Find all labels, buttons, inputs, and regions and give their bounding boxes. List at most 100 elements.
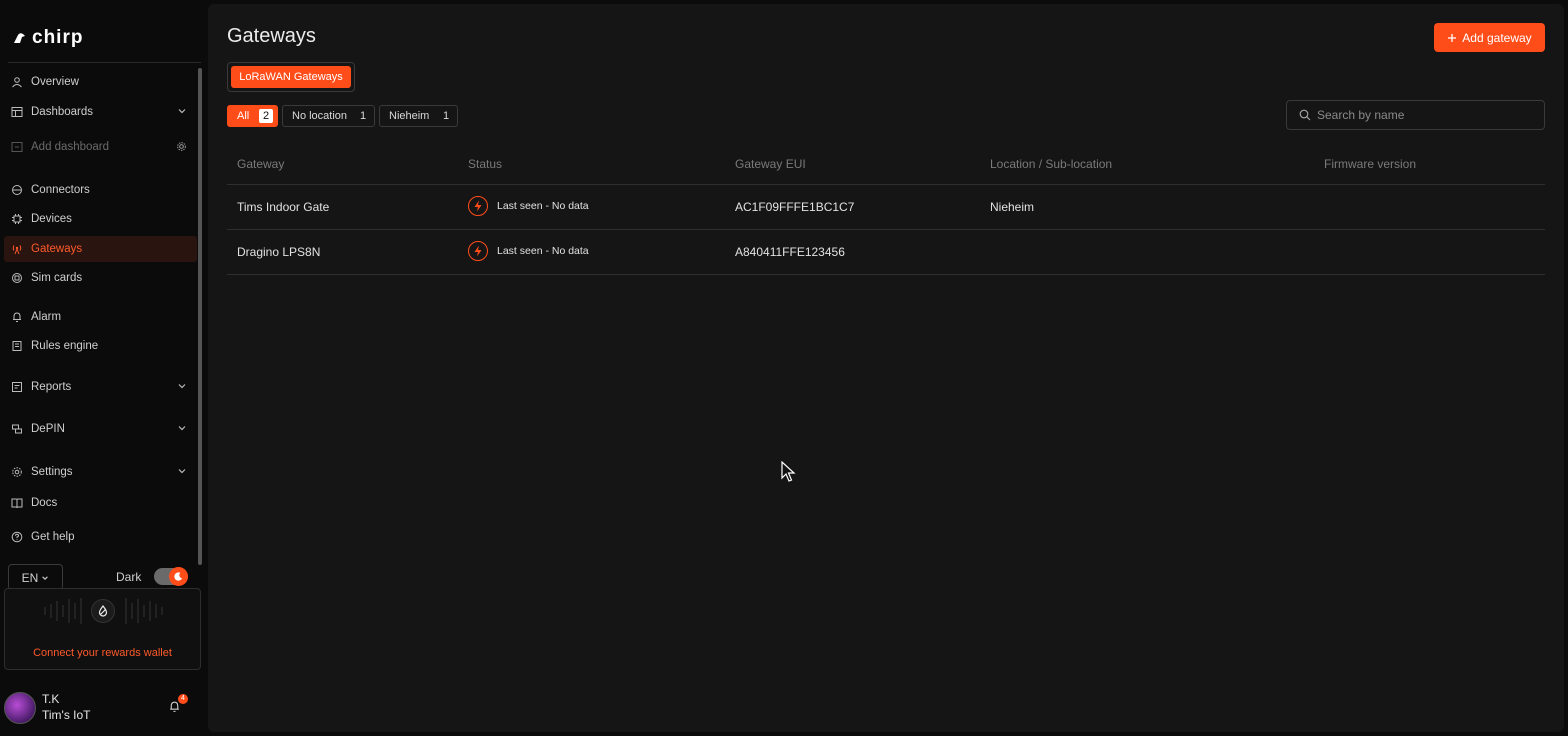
gateway-type-tabs: LoRaWAN Gateways <box>227 62 355 92</box>
sidebar-item-label: Docs <box>31 497 58 509</box>
connector-icon <box>12 185 22 195</box>
language-value: EN <box>21 570 39 585</box>
filter-label: Nieheim <box>389 110 430 122</box>
book-icon <box>11 498 23 509</box>
sidebar-item-get-help[interactable]: Get help <box>4 524 197 550</box>
report-icon <box>12 382 22 392</box>
sidebar-scrollbar[interactable] <box>198 68 202 565</box>
column-header-gateway[interactable]: Gateway <box>237 157 284 171</box>
rewards-wallet-card[interactable]: Connect your rewards wallet <box>4 588 201 670</box>
sidebar-item-label: Connectors <box>31 184 90 196</box>
column-header-gateway-eui[interactable]: Gateway EUI <box>735 157 806 171</box>
chevron-down-icon <box>178 384 186 389</box>
status-cell: Last seen - No data <box>468 196 589 216</box>
sidebar-item-label: Add dashboard <box>31 141 110 153</box>
drop-icon <box>98 605 108 617</box>
sidebar-item-sim-cards[interactable]: Sim cards <box>4 265 197 291</box>
chip-icon <box>12 214 22 224</box>
user-name: T.K <box>42 692 60 706</box>
gateway-location: Nieheim <box>990 200 1035 214</box>
connect-wallet-link[interactable]: Connect your rewards wallet <box>5 647 200 659</box>
status-cell: Last seen - No data <box>468 241 589 261</box>
lightning-icon <box>468 196 488 216</box>
column-header-location[interactable]: Location / Sub-location <box>990 157 1112 171</box>
chirp-logo[interactable]: chirp <box>12 27 83 48</box>
search-icon <box>1299 109 1311 121</box>
sidebar-item-docs[interactable]: Docs <box>4 490 197 516</box>
gateway-eui: A840411FFE123456 <box>735 245 845 259</box>
sidebar-item-settings[interactable]: Settings <box>4 459 197 485</box>
dark-mode-toggle[interactable] <box>154 567 188 586</box>
user-icon <box>12 77 22 88</box>
sim-icon <box>12 273 22 283</box>
dashboard-icon <box>11 107 23 117</box>
sidebar: chirp Overview Dashboards Add dashboard … <box>0 0 207 736</box>
gateway-name: Dragino LPS8N <box>237 245 321 259</box>
avatar[interactable] <box>4 692 36 724</box>
gateway-eui: AC1F09FFFE1BC1C7 <box>735 200 855 214</box>
sidebar-item-depin[interactable]: DePIN <box>4 416 197 442</box>
gear-icon <box>12 467 22 477</box>
help-icon <box>11 531 23 543</box>
sidebar-item-label: Devices <box>31 213 72 225</box>
table-row[interactable]: Dragino LPS8N Last seen - No data A84041… <box>227 230 1545 275</box>
sidebar-item-add-dashboard[interactable]: Add dashboard <box>4 134 197 160</box>
filter-count: 1 <box>359 110 367 122</box>
sidebar-item-dashboards[interactable]: Dashboards <box>4 99 197 125</box>
wallet-icon <box>91 599 115 623</box>
lightning-icon <box>468 241 488 261</box>
table-row[interactable]: Tims Indoor Gate Last seen - No data AC1… <box>227 185 1545 230</box>
sidebar-item-label: Reports <box>31 381 72 393</box>
page-title: Gateways <box>227 25 316 47</box>
filter-all[interactable]: All 2 <box>227 105 278 127</box>
filter-label: No location <box>292 110 348 122</box>
add-gateway-label: Add gateway <box>1462 30 1532 45</box>
sidebar-item-label: Gateways <box>31 243 83 255</box>
status-text: Last seen - No data <box>497 245 589 257</box>
add-gateway-button[interactable]: Add gateway <box>1434 23 1545 52</box>
bell-icon <box>13 312 21 322</box>
main-panel: Gateways Add gateway LoRaWAN Gateways Al… <box>208 4 1564 732</box>
sidebar-item-alarm[interactable]: Alarm <box>4 304 197 330</box>
plus-icon <box>1448 33 1457 42</box>
sidebar-item-label: Rules engine <box>31 340 99 352</box>
sidebar-item-devices[interactable]: Devices <box>4 206 197 232</box>
chevron-down-icon <box>42 575 49 580</box>
filter-count: 1 <box>442 110 450 122</box>
user-profile[interactable]: T.K Tim's IoT 4 <box>4 690 201 726</box>
chevron-down-icon <box>178 109 186 114</box>
logo-divider <box>8 62 201 63</box>
sidebar-item-label: Overview <box>31 76 79 88</box>
search-input[interactable] <box>1317 108 1537 122</box>
status-text: Last seen - No data <box>497 200 589 212</box>
sidebar-item-label: Alarm <box>31 311 62 323</box>
organization-name: Tim's IoT <box>42 708 91 722</box>
moon-icon <box>174 572 183 581</box>
sidebar-item-connectors[interactable]: Connectors <box>4 177 197 203</box>
sidebar-item-reports[interactable]: Reports <box>4 374 197 400</box>
chevron-down-icon <box>178 426 186 431</box>
column-header-firmware[interactable]: Firmware version <box>1324 157 1416 171</box>
tab-lorawan-gateways[interactable]: LoRaWAN Gateways <box>231 66 351 88</box>
search-box[interactable] <box>1286 100 1545 130</box>
language-select[interactable]: EN <box>8 564 63 590</box>
filter-nieheim[interactable]: Nieheim 1 <box>379 105 458 127</box>
column-header-status[interactable]: Status <box>468 157 502 171</box>
sidebar-item-label: Dashboards <box>31 106 94 118</box>
filter-no-location[interactable]: No location 1 <box>282 105 375 127</box>
chevron-down-icon <box>178 469 186 474</box>
gear-icon[interactable] <box>176 141 187 152</box>
mouse-cursor-icon <box>781 461 796 482</box>
theme-label: Dark <box>116 570 142 584</box>
sidebar-item-rules-engine[interactable]: Rules engine <box>4 333 197 359</box>
table-header: Gateway Status Gateway EUI Location / Su… <box>227 145 1545 185</box>
rules-icon <box>12 341 22 351</box>
sidebar-item-label: Settings <box>31 466 73 478</box>
filter-label: All <box>237 110 250 122</box>
notification-count-badge: 4 <box>178 694 188 704</box>
sidebar-item-label: Sim cards <box>31 272 83 284</box>
depin-icon <box>12 424 22 434</box>
sidebar-item-gateways[interactable]: Gateways <box>4 236 197 262</box>
toggle-knob <box>169 567 188 586</box>
sidebar-item-overview[interactable]: Overview <box>4 69 197 95</box>
